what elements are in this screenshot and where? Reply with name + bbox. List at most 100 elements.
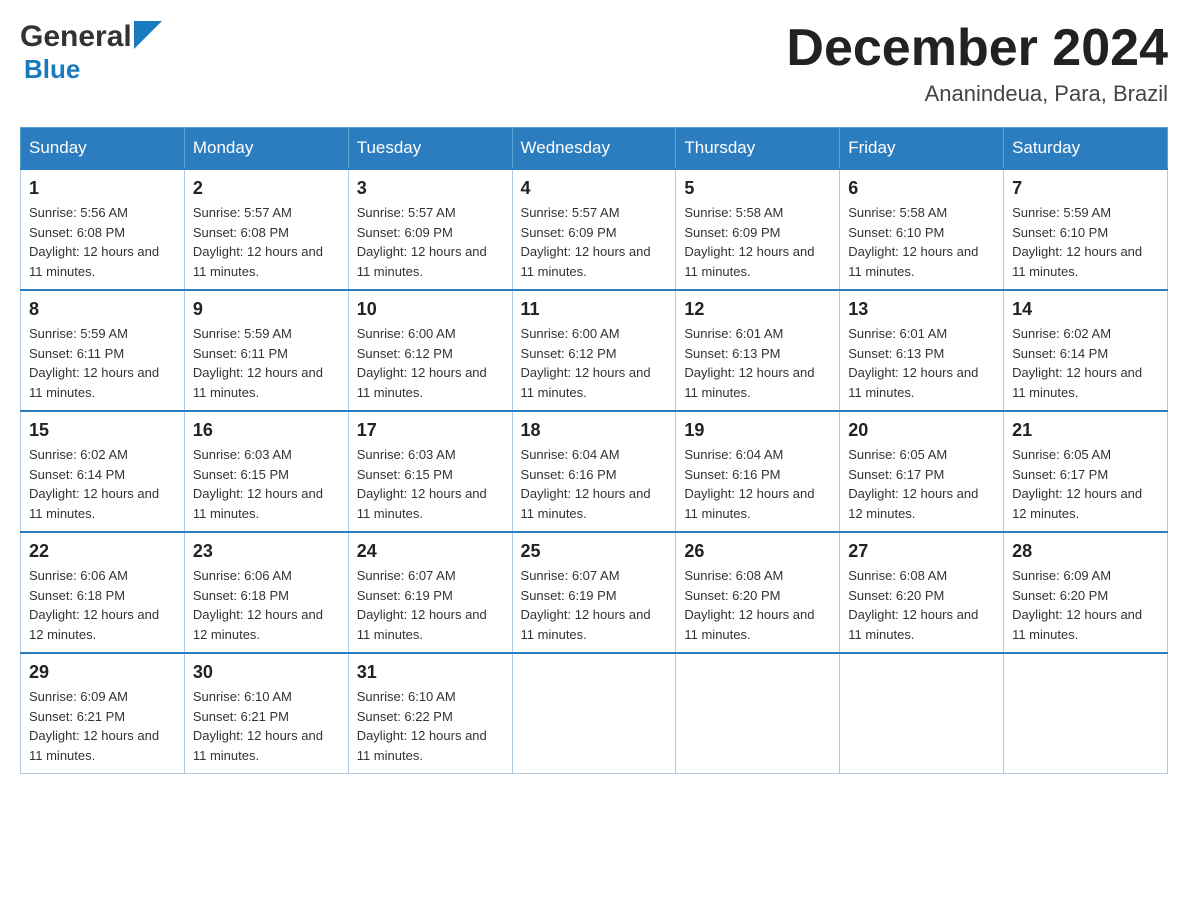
day-info: Sunrise: 5:59 AMSunset: 6:11 PMDaylight:… (193, 324, 340, 402)
day-info: Sunrise: 6:04 AMSunset: 6:16 PMDaylight:… (684, 445, 831, 523)
month-title: December 2024 (786, 20, 1168, 77)
day-number: 5 (684, 178, 831, 199)
logo-blue-text: Blue (24, 54, 80, 84)
calendar-cell: 16Sunrise: 6:03 AMSunset: 6:15 PMDayligh… (184, 411, 348, 532)
calendar-cell: 4Sunrise: 5:57 AMSunset: 6:09 PMDaylight… (512, 169, 676, 290)
day-number: 17 (357, 420, 504, 441)
calendar-cell: 13 Sunrise: 6:01 AMSunset: 6:13 PMDayligh… (840, 290, 1004, 411)
calendar-cell: 30 Sunrise: 6:10 AMSunset: 6:21 PMDayligh… (184, 653, 348, 774)
day-number: 30 (193, 662, 340, 683)
day-info: Sunrise: 6:09 AMSunset: 6:20 PMDaylight:… (1012, 566, 1159, 644)
calendar-header-row: SundayMondayTuesdayWednesdayThursdayFrid… (21, 128, 1168, 170)
calendar-week-row: 15Sunrise: 6:02 AMSunset: 6:14 PMDayligh… (21, 411, 1168, 532)
calendar-day-header: Monday (184, 128, 348, 170)
calendar-week-row: 29Sunrise: 6:09 AMSunset: 6:21 PMDayligh… (21, 653, 1168, 774)
day-number: 7 (1012, 178, 1159, 199)
day-number: 18 (521, 420, 668, 441)
location-text: Ananindeua, Para, Brazil (786, 81, 1168, 107)
calendar-cell: 17 Sunrise: 6:03 AMSunset: 6:15 PMDayligh… (348, 411, 512, 532)
calendar-cell: 25 Sunrise: 6:07 AMSunset: 6:19 PMDayligh… (512, 532, 676, 653)
day-info: Sunrise: 6:04 AMSunset: 6:16 PMDaylight:… (521, 445, 668, 523)
logo-icon (134, 21, 162, 49)
day-info: Sunrise: 6:01 AMSunset: 6:13 PMDaylight:… (684, 324, 831, 402)
day-number: 8 (29, 299, 176, 320)
calendar-cell: 1 Sunrise: 5:56 AMSunset: 6:08 PMDaylight… (21, 169, 185, 290)
calendar-cell: 3 Sunrise: 5:57 AMSunset: 6:09 PMDaylight… (348, 169, 512, 290)
calendar-week-row: 22Sunrise: 6:06 AMSunset: 6:18 PMDayligh… (21, 532, 1168, 653)
day-info: Sunrise: 6:06 AMSunset: 6:18 PMDaylight:… (193, 566, 340, 644)
calendar-cell: 11Sunrise: 6:00 AMSunset: 6:12 PMDayligh… (512, 290, 676, 411)
day-number: 28 (1012, 541, 1159, 562)
calendar-week-row: 8 Sunrise: 5:59 AMSunset: 6:11 PMDaylight… (21, 290, 1168, 411)
calendar-day-header: Thursday (676, 128, 840, 170)
calendar-day-header: Wednesday (512, 128, 676, 170)
day-number: 6 (848, 178, 995, 199)
calendar-cell: 2Sunrise: 5:57 AMSunset: 6:08 PMDaylight… (184, 169, 348, 290)
day-info: Sunrise: 6:05 AMSunset: 6:17 PMDaylight:… (1012, 445, 1159, 523)
day-info: Sunrise: 5:59 AMSunset: 6:11 PMDaylight:… (29, 324, 176, 402)
day-number: 16 (193, 420, 340, 441)
calendar-cell: 8 Sunrise: 5:59 AMSunset: 6:11 PMDaylight… (21, 290, 185, 411)
calendar-cell: 12 Sunrise: 6:01 AMSunset: 6:13 PMDayligh… (676, 290, 840, 411)
calendar-cell: 14 Sunrise: 6:02 AMSunset: 6:14 PMDayligh… (1004, 290, 1168, 411)
day-number: 15 (29, 420, 176, 441)
day-info: Sunrise: 6:10 AMSunset: 6:22 PMDaylight:… (357, 687, 504, 765)
day-number: 9 (193, 299, 340, 320)
day-info: Sunrise: 6:00 AMSunset: 6:12 PMDaylight:… (357, 324, 504, 402)
calendar-cell (676, 653, 840, 774)
page-header: General Blue December 2024 Ananindeua, P… (20, 20, 1168, 107)
day-info: Sunrise: 6:06 AMSunset: 6:18 PMDaylight:… (29, 566, 176, 644)
calendar-day-header: Saturday (1004, 128, 1168, 170)
day-info: Sunrise: 5:59 AMSunset: 6:10 PMDaylight:… (1012, 203, 1159, 281)
day-number: 12 (684, 299, 831, 320)
calendar-cell (1004, 653, 1168, 774)
day-number: 1 (29, 178, 176, 199)
day-number: 19 (684, 420, 831, 441)
calendar-cell: 9 Sunrise: 5:59 AMSunset: 6:11 PMDaylight… (184, 290, 348, 411)
day-info: Sunrise: 6:02 AMSunset: 6:14 PMDaylight:… (1012, 324, 1159, 402)
day-number: 31 (357, 662, 504, 683)
day-number: 23 (193, 541, 340, 562)
day-number: 4 (521, 178, 668, 199)
day-info: Sunrise: 6:03 AMSunset: 6:15 PMDaylight:… (357, 445, 504, 523)
day-number: 14 (1012, 299, 1159, 320)
calendar-cell: 18 Sunrise: 6:04 AMSunset: 6:16 PMDayligh… (512, 411, 676, 532)
calendar-cell: 6Sunrise: 5:58 AMSunset: 6:10 PMDaylight… (840, 169, 1004, 290)
day-info: Sunrise: 6:00 AMSunset: 6:12 PMDaylight:… (521, 324, 668, 402)
logo-general-text: General (20, 20, 132, 54)
day-number: 25 (521, 541, 668, 562)
calendar-cell: 26Sunrise: 6:08 AMSunset: 6:20 PMDayligh… (676, 532, 840, 653)
calendar-cell: 27 Sunrise: 6:08 AMSunset: 6:20 PMDayligh… (840, 532, 1004, 653)
calendar-cell: 10Sunrise: 6:00 AMSunset: 6:12 PMDayligh… (348, 290, 512, 411)
day-info: Sunrise: 6:07 AMSunset: 6:19 PMDaylight:… (521, 566, 668, 644)
day-number: 3 (357, 178, 504, 199)
day-number: 20 (848, 420, 995, 441)
day-info: Sunrise: 5:57 AMSunset: 6:09 PMDaylight:… (357, 203, 504, 281)
day-number: 26 (684, 541, 831, 562)
day-info: Sunrise: 6:09 AMSunset: 6:21 PMDaylight:… (29, 687, 176, 765)
day-number: 27 (848, 541, 995, 562)
calendar-day-header: Sunday (21, 128, 185, 170)
calendar-week-row: 1 Sunrise: 5:56 AMSunset: 6:08 PMDaylight… (21, 169, 1168, 290)
day-number: 24 (357, 541, 504, 562)
calendar-cell (512, 653, 676, 774)
logo: General Blue (20, 20, 164, 85)
calendar-cell: 31 Sunrise: 6:10 AMSunset: 6:22 PMDayligh… (348, 653, 512, 774)
day-info: Sunrise: 6:05 AMSunset: 6:17 PMDaylight:… (848, 445, 995, 523)
calendar-cell: 29Sunrise: 6:09 AMSunset: 6:21 PMDayligh… (21, 653, 185, 774)
day-info: Sunrise: 6:10 AMSunset: 6:21 PMDaylight:… (193, 687, 340, 765)
calendar-day-header: Friday (840, 128, 1004, 170)
day-info: Sunrise: 6:08 AMSunset: 6:20 PMDaylight:… (848, 566, 995, 644)
calendar-cell: 5Sunrise: 5:58 AMSunset: 6:09 PMDaylight… (676, 169, 840, 290)
day-number: 13 (848, 299, 995, 320)
calendar-cell (840, 653, 1004, 774)
day-info: Sunrise: 6:07 AMSunset: 6:19 PMDaylight:… (357, 566, 504, 644)
calendar-table: SundayMondayTuesdayWednesdayThursdayFrid… (20, 127, 1168, 774)
day-info: Sunrise: 6:01 AMSunset: 6:13 PMDaylight:… (848, 324, 995, 402)
calendar-cell: 21 Sunrise: 6:05 AMSunset: 6:17 PMDayligh… (1004, 411, 1168, 532)
title-area: December 2024 Ananindeua, Para, Brazil (786, 20, 1168, 107)
day-info: Sunrise: 5:56 AMSunset: 6:08 PMDaylight:… (29, 203, 176, 281)
calendar-cell: 22Sunrise: 6:06 AMSunset: 6:18 PMDayligh… (21, 532, 185, 653)
day-number: 21 (1012, 420, 1159, 441)
day-number: 2 (193, 178, 340, 199)
